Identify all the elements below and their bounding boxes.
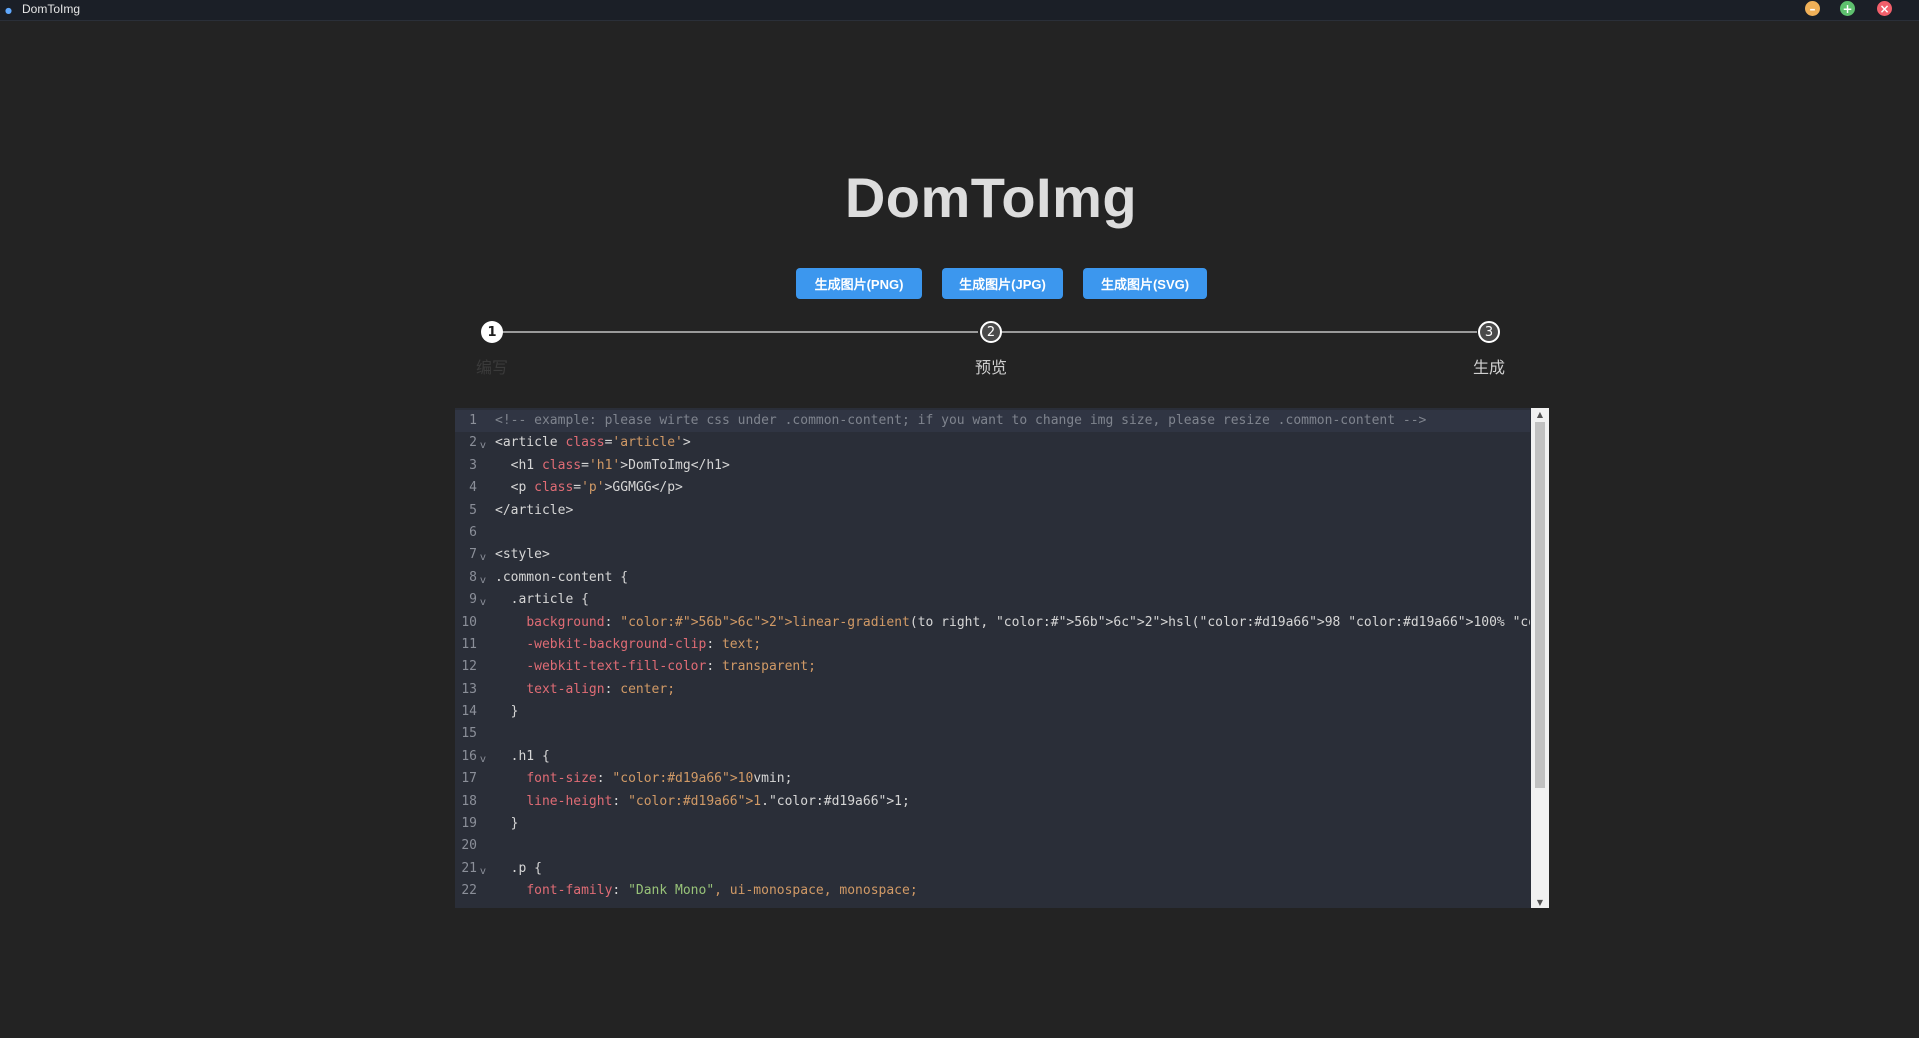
line-number: 6 <box>469 524 477 540</box>
code-line[interactable]: 1 <!-- example: please wirte css under .c… <box>455 410 1530 433</box>
line-number: 12 <box>461 659 477 675</box>
code-line[interactable]: 9v .article { <box>455 589 1530 611</box>
code-line[interactable]: 21 v .p { <box>455 858 1530 880</box>
line-number: 1 <box>469 413 477 428</box>
window-title: DomToImg <box>22 2 81 16</box>
code-text: <article class='article'> <box>495 435 691 451</box>
editor-scrollbar[interactable]: ▲ ▼ <box>1531 408 1549 908</box>
code-line[interactable]: 10 background: "color:#">56b">6c">2">lin… <box>455 612 1530 634</box>
code-text: <p class='p'>GGMGG</p> <box>495 480 683 496</box>
code-area[interactable]: 1 <!-- example: please wirte css under .c… <box>455 410 1530 908</box>
code-text: </article> <box>495 502 574 518</box>
line-number: 17 <box>461 771 477 787</box>
code-line[interactable]: 16 v .h1 { <box>455 746 1530 768</box>
line-number: 2 <box>469 435 477 451</box>
step-1-indicator[interactable]: 1 <box>481 321 503 343</box>
generate-png-button[interactable]: 生成图片(PNG) <box>796 268 922 299</box>
line-number: 22 <box>461 883 477 899</box>
line-number: 13 <box>461 681 477 697</box>
generate-jpg-button[interactable]: 生成图片(JPG) <box>942 268 1063 299</box>
page-title: DomToImg <box>844 166 1138 229</box>
code-line[interactable]: 22 font-family: "Dank Mono", ui-monospac… <box>455 880 1530 902</box>
code-line[interactable]: 4 <p class='p'>GGMGG</p> <box>455 477 1530 499</box>
maximize-button[interactable]: + <box>1840 1 1855 16</box>
code-line[interactable]: 7 v <style> <box>455 544 1530 566</box>
code-text: .h1 { <box>495 748 550 764</box>
line-number: 7 <box>469 547 477 563</box>
line-number: 15 <box>461 726 477 742</box>
line-number: 5 <box>469 502 477 518</box>
code-text: .article { <box>495 592 589 608</box>
code-line[interactable]: 17 font-size: "color:#d19a66">10vmin; <box>455 768 1530 790</box>
code-text: .p { <box>495 860 542 876</box>
minimize-button[interactable]: – <box>1805 1 1820 16</box>
window-titlebar: ● DomToImg – + × <box>0 0 1919 21</box>
line-number: 11 <box>461 636 477 652</box>
line-number: 18 <box>461 793 477 809</box>
scrollbar-thumb[interactable] <box>1535 422 1545 788</box>
code-line[interactable]: 6 <box>455 522 1530 544</box>
code-line[interactable]: 8 v .common-content { <box>455 567 1530 589</box>
line-number: 14 <box>461 704 477 720</box>
step-connector <box>1001 331 1477 333</box>
step-2-label: 预览 <box>974 358 1008 377</box>
step-3-indicator[interactable]: 3 <box>1478 321 1500 343</box>
code-text: background: "color:#">56b">6c">2">linear… <box>526 614 1530 630</box>
code-line[interactable]: 20 <box>455 835 1530 857</box>
step-connector <box>502 331 978 333</box>
code-line[interactable]: 2 v <article class='article'> <box>455 432 1530 454</box>
line-number: 9 <box>469 592 477 608</box>
line-number: 19 <box>461 816 477 832</box>
code-text: <!-- example: please wirte css under .co… <box>495 413 1427 428</box>
code-line[interactable]: 19 } <box>455 813 1530 835</box>
code-text: line-height: "color:#d19a66">1."color:#d… <box>526 793 910 809</box>
code-line[interactable]: 5 </article> <box>455 500 1530 522</box>
code-line[interactable]: 3 <h1 class='h1'>DomToImg</h1> <box>455 455 1530 477</box>
close-button[interactable]: × <box>1877 1 1892 16</box>
app-icon: ● <box>5 6 12 15</box>
line-number: 3 <box>469 457 477 473</box>
minimize-icon: – <box>1809 1 1816 16</box>
code-line[interactable]: 12 -webkit-text-fill-color: transparent; <box>455 656 1530 678</box>
generate-svg-button[interactable]: 生成图片(SVG) <box>1083 268 1207 299</box>
code-text: font-size: "color:#d19a66">10vmin; <box>526 771 793 787</box>
code-line[interactable]: 13 text-align: center; <box>455 679 1530 701</box>
code-line[interactable]: 11 -webkit-background-clip: text; <box>455 634 1530 656</box>
code-line[interactable]: 15 <box>455 723 1530 745</box>
line-number: 21 <box>461 860 477 876</box>
code-text: <h1 class='h1'>DomToImg</h1> <box>495 457 730 473</box>
code-text: } <box>495 704 519 720</box>
code-text: } <box>495 816 519 832</box>
line-number: 8 <box>469 569 477 585</box>
code-text: .common-content { <box>495 569 629 585</box>
step-1-label: 编写 <box>475 358 509 377</box>
line-number: 16 <box>461 748 477 764</box>
code-text: <style> <box>495 547 550 563</box>
code-text: -webkit-text-fill-color: transparent; <box>526 659 816 675</box>
scroll-down-arrow-icon[interactable]: ▼ <box>1531 896 1549 908</box>
step-3-label: 生成 <box>1472 358 1506 377</box>
code-line[interactable]: 18 line-height: "color:#d19a66">1."color… <box>455 791 1530 813</box>
code-text: font-family: "Dank Mono", ui-monospace, … <box>526 883 918 899</box>
code-line[interactable]: 14 } <box>455 701 1530 723</box>
line-number: 10 <box>461 614 477 630</box>
maximize-icon: + <box>1842 1 1853 16</box>
code-text: -webkit-background-clip: text; <box>526 636 762 652</box>
code-editor[interactable]: 1 <!-- example: please wirte css under .c… <box>455 408 1549 908</box>
close-icon: × <box>1879 1 1890 16</box>
scroll-up-arrow-icon[interactable]: ▲ <box>1531 408 1549 420</box>
code-text: text-align: center; <box>526 681 676 697</box>
line-number: 4 <box>469 480 477 496</box>
line-number: 20 <box>461 838 477 854</box>
step-2-indicator[interactable]: 2 <box>980 321 1002 343</box>
